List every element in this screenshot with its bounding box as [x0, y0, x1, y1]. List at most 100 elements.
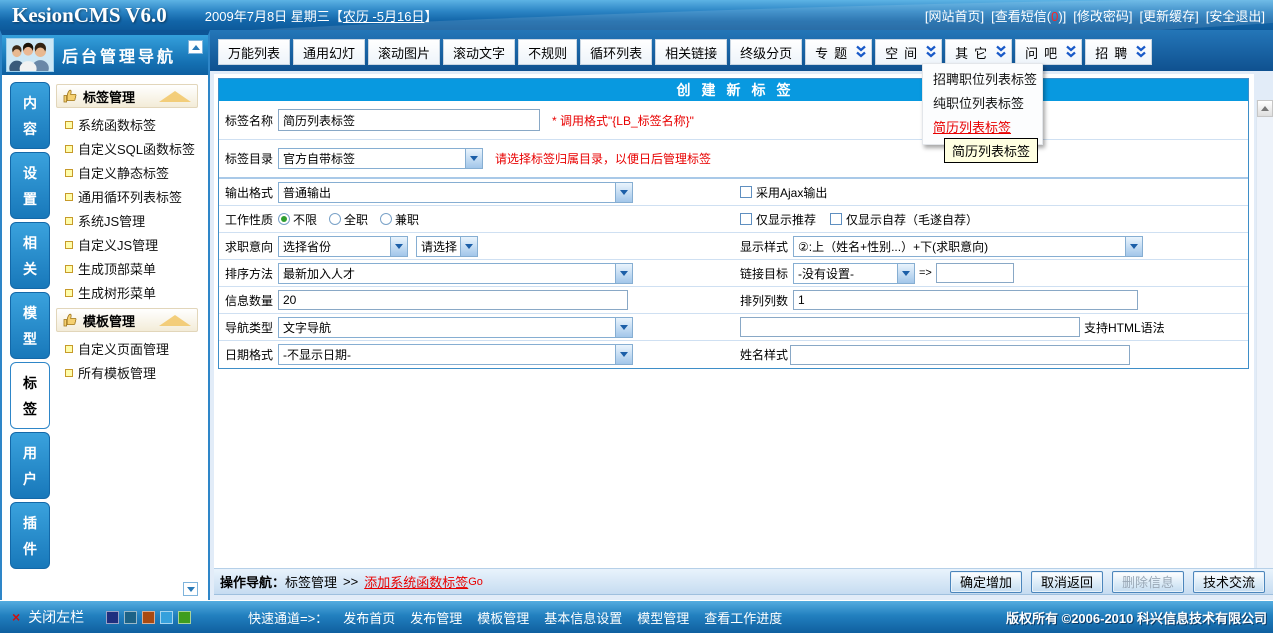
work-type-radio-unlimited[interactable]: 不限	[278, 211, 317, 228]
menu-item-system-function-tags[interactable]: 系统函数标签	[54, 112, 200, 136]
double-chevron-down-icon	[855, 45, 867, 59]
quick-link-publish-management[interactable]: 发布管理	[410, 608, 462, 627]
confirm-add-button[interactable]: 确定增加	[949, 570, 1022, 593]
menu-item-system-js[interactable]: 系统JS管理	[54, 208, 200, 232]
show-self-recommended-checkbox[interactable]: 仅显示自荐（毛遂自荐）	[830, 211, 978, 228]
date-format-select[interactable]: -不显示日期-	[278, 344, 633, 365]
nav-tab-slideshow[interactable]: 通用幻灯	[293, 39, 366, 65]
link-site-home[interactable]: [网站首页]	[925, 6, 984, 25]
ajax-output-checkbox[interactable]: 采用Ajax输出	[740, 184, 827, 201]
cancel-return-button[interactable]: 取消返回	[1030, 570, 1103, 593]
nav-tab-final-paging[interactable]: 终级分页	[730, 39, 803, 65]
date-text: 2009年7月8日 星期三	[204, 8, 330, 24]
section-template-management[interactable]: 模板管理	[56, 308, 198, 332]
nav-tab-loop-list[interactable]: 循环列表	[580, 39, 653, 65]
menu-item-custom-sql-tags[interactable]: 自定义SQL函数标签	[54, 136, 200, 160]
quick-link-work-progress[interactable]: 查看工作进度	[704, 608, 782, 627]
name-style-input[interactable]	[790, 344, 1130, 365]
work-type-radio-parttime[interactable]: 兼职	[380, 211, 419, 228]
sidebar-collapse-button[interactable]	[188, 40, 203, 54]
menu-item-loop-list-tags[interactable]: 通用循环列表标签	[54, 184, 200, 208]
menu-item-tree-menu[interactable]: 生成树形菜单	[54, 280, 200, 304]
nav-tab-recruit[interactable]: 招聘	[1085, 39, 1153, 65]
nav-type-select[interactable]: 文字导航	[278, 316, 633, 338]
show-recommended-checkbox[interactable]: 仅显示推荐	[740, 211, 816, 228]
sidebar-tab-content[interactable]: 内容	[10, 82, 50, 149]
radio-icon	[329, 213, 342, 225]
scroll-up-button[interactable]	[1257, 100, 1273, 117]
link-target-select[interactable]: -没有设置-	[793, 262, 915, 284]
breadcrumb-tag-management[interactable]: 标签管理	[285, 572, 337, 591]
link-update-cache[interactable]: [更新缓存]	[1140, 6, 1199, 25]
sidebar-tab-tags[interactable]: 标签	[10, 362, 50, 429]
html-syntax-hint: 支持HTML语法	[1084, 320, 1165, 335]
nav-tab-scroll-images[interactable]: 滚动图片	[368, 39, 441, 65]
nav-tab-space[interactable]: 空间	[875, 39, 943, 65]
nav-tab-irregular[interactable]: 不规则	[518, 39, 578, 65]
breadcrumb-add-system-tag[interactable]: 添加系统函数标签	[364, 572, 468, 591]
nav-tab-related-links[interactable]: 相关链接	[655, 39, 728, 65]
link-view-sms[interactable]: [查看短信(0)]	[991, 6, 1066, 25]
html-code-input[interactable]	[740, 317, 1080, 337]
theme-color-blue[interactable]	[160, 610, 174, 624]
quick-link-basic-settings[interactable]: 基本信息设置	[544, 608, 622, 627]
section-tag-management[interactable]: 标签管理	[56, 84, 198, 108]
double-chevron-down-icon	[925, 45, 937, 59]
sidebar-tab-settings[interactable]: 设置	[10, 152, 50, 219]
theme-color-navy[interactable]	[106, 610, 120, 624]
nav-tab-special-topic[interactable]: 专题	[805, 39, 873, 65]
tag-name-input[interactable]	[278, 109, 540, 131]
content-scrollbar[interactable]	[1256, 100, 1273, 568]
action-buttons: 确定增加 取消返回 删除信息 技术交流	[949, 570, 1265, 593]
menu-item-custom-js[interactable]: 自定义JS管理	[54, 232, 200, 256]
output-format-select[interactable]: 普通输出	[278, 181, 633, 203]
action-bar: 操作导航： 标签管理 >> 添加系统函数标签 Go 确定增加 取消返回 删除信息 …	[214, 568, 1273, 595]
quick-link-publish-home[interactable]: 发布首页	[343, 608, 395, 627]
province-select[interactable]: 选择省份	[278, 235, 408, 257]
link-change-password[interactable]: [修改密码]	[1073, 6, 1132, 25]
link-target-input[interactable]	[935, 263, 1014, 283]
lunar-date-link[interactable]: 农历 -5月16日	[343, 9, 425, 24]
sidebar-tab-plugins[interactable]: 插件	[10, 502, 50, 569]
tag-directory-select[interactable]: 官方自带标签	[278, 148, 483, 169]
tech-exchange-button[interactable]: 技术交流	[1192, 570, 1265, 593]
sidebar-tab-users[interactable]: 用户	[10, 432, 50, 499]
nav-tab-universal-list[interactable]: 万能列表	[218, 39, 291, 65]
display-style-select[interactable]: ②:上（姓名+性别...）+下(求职意向)	[793, 235, 1143, 257]
theme-color-palette	[106, 610, 192, 624]
theme-color-teal[interactable]	[124, 610, 138, 624]
form-row-worktype-show: 工作性质 不限 全职 兼职 仅显示推荐 仅显示自荐（毛遂自荐）	[219, 206, 1248, 233]
menu-item-all-templates[interactable]: 所有模板管理	[54, 360, 200, 384]
nav-tab-ask[interactable]: 问吧	[1015, 39, 1083, 65]
sidebar-tab-model[interactable]: 模型	[10, 292, 50, 359]
menu-item-custom-static-tags[interactable]: 自定义静态标签	[54, 160, 200, 184]
city-select[interactable]: 请选择	[416, 235, 478, 257]
close-left-panel-link[interactable]: 关闭左栏	[28, 607, 84, 627]
sidebar-title: 后台管理导航	[62, 49, 177, 66]
quick-link-template-management[interactable]: 模板管理	[477, 608, 529, 627]
name-style-label: 姓名样式	[740, 348, 789, 362]
quick-link-model-management[interactable]: 模型管理	[637, 608, 689, 627]
dropdown-item-recruit-position-list[interactable]: 招聘职位列表标签	[923, 68, 1042, 92]
nav-tab-scroll-text[interactable]: 滚动文字	[443, 39, 516, 65]
work-type-radio-fulltime[interactable]: 全职	[329, 211, 368, 228]
link-logout[interactable]: [安全退出]	[1206, 6, 1265, 25]
job-intent-label: 求职意向	[225, 239, 274, 254]
dropdown-item-pure-position-list[interactable]: 纯职位列表标签	[923, 92, 1042, 116]
columns-input[interactable]	[793, 290, 1138, 310]
menu-item-top-menu[interactable]: 生成顶部菜单	[54, 256, 200, 280]
info-count-input[interactable]	[278, 290, 628, 310]
nav-tab-other[interactable]: 其它	[945, 39, 1013, 65]
theme-color-green[interactable]	[178, 610, 192, 624]
recruit-dropdown-menu: 招聘职位列表标签 纯职位列表标签 简历列表标签	[922, 63, 1043, 145]
menu-item-custom-pages[interactable]: 自定义页面管理	[54, 336, 200, 360]
sidebar-scroll-down-button[interactable]	[183, 582, 198, 596]
sidebar-tab-related[interactable]: 相关	[10, 222, 50, 289]
tag-directory-label: 标签目录	[225, 152, 274, 166]
triangle-down-icon	[186, 586, 195, 592]
app-logo: KesionCMS V6.0	[12, 2, 167, 27]
display-style-label: 显示样式	[740, 239, 789, 254]
theme-color-rust[interactable]	[142, 610, 156, 624]
sort-method-select[interactable]: 最新加入人才	[278, 262, 633, 284]
dropdown-item-resume-list[interactable]: 简历列表标签	[923, 116, 1042, 140]
